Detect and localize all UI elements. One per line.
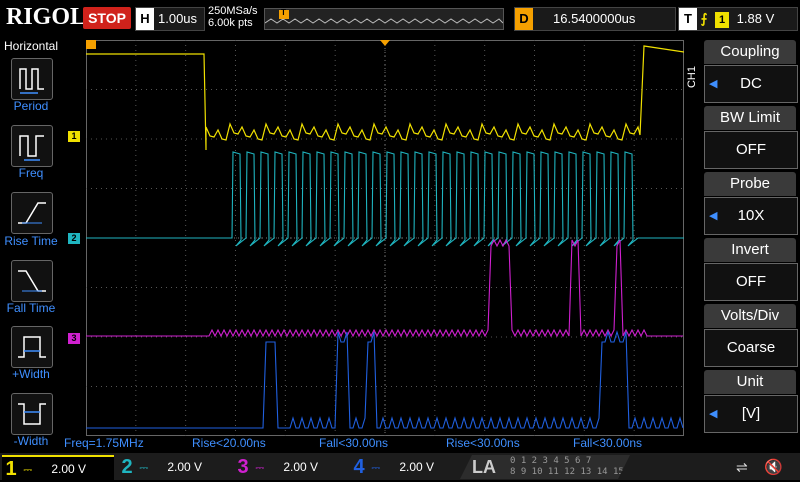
measurement-bar: Freq=1.75MHz Rise<20.00ns Fall<30.00ns R… (62, 436, 688, 452)
memory-overview-waveform (264, 10, 504, 24)
run-stop-indicator[interactable]: STOP (83, 7, 131, 29)
dc-coupling-icon: ⎓ (371, 462, 381, 474)
ch4-status[interactable]: 4 ⎓ 2.00 V (350, 455, 462, 479)
channel-tag: CH1 (686, 66, 698, 89)
rise-time-label[interactable]: Rise Time (1, 234, 61, 248)
la-status[interactable]: LA 0 1 2 3 4 5 6 7 8 9 10 11 12 13 14 15 (460, 455, 630, 479)
freq-label[interactable]: Freq (1, 166, 61, 180)
ch3-offset-marker[interactable]: 3 (68, 333, 80, 344)
trigger-position-marker: T (281, 8, 286, 17)
menu-value-0[interactable]: ◀ DC (704, 65, 798, 103)
sample-rate: 250MSa/s (208, 5, 258, 17)
menu-label-3: Invert (704, 238, 796, 262)
usb-icon: ⇌ (736, 459, 748, 475)
timebase-box[interactable]: H 1.00us (135, 7, 205, 31)
horizontal-label: H (136, 8, 154, 30)
menu-value-text: Coarse (726, 339, 776, 356)
menu-label-2: Probe (704, 172, 796, 196)
ch1-status[interactable]: 1 ⎓ 2.00 V (2, 455, 114, 481)
trigger-source: 1 (715, 12, 730, 28)
menu-value-text: DC (740, 75, 762, 92)
menu-value-4[interactable]: Coarse (704, 329, 798, 367)
trigger-level: 1.88 V (736, 11, 775, 26)
positive-width-icon[interactable] (11, 326, 53, 368)
dc-coupling-icon: ⎓ (255, 462, 265, 474)
trigger-label: T (679, 8, 697, 30)
ch2-offset-marker[interactable]: 2 (68, 233, 80, 244)
ch1-scale: 2.00 V (51, 462, 87, 476)
menu-value-3[interactable]: OFF (704, 263, 798, 301)
ch3-scale: 2.00 V (283, 460, 319, 474)
menu-value-1[interactable]: OFF (704, 131, 798, 169)
timebase-value: 1.00us (158, 11, 198, 26)
ch2-number: 2 (121, 456, 133, 478)
la-digits-bottom: 8 9 10 11 12 13 14 15 (510, 467, 624, 477)
menu-label-0: Coupling (704, 40, 796, 64)
ch3-number: 3 (237, 456, 249, 478)
la-digits-top: 0 1 2 3 4 5 6 7 (510, 456, 592, 466)
ch2-scale: 2.00 V (167, 460, 203, 474)
memory-overview-bar[interactable]: T (264, 8, 504, 30)
menu-label-5: Unit (704, 370, 796, 394)
sample-info: 250MSa/s 6.00k pts (208, 5, 258, 29)
left-arrow-icon: ◀ (709, 408, 718, 420)
menu-label-4: Volts/Div (704, 304, 796, 328)
menu-value-text: 10X (737, 207, 765, 224)
fall-measurement-2: Fall<30.00ns (573, 436, 643, 450)
rise-measurement-2: Rise<30.00ns (446, 436, 520, 450)
freq-measurement: Freq=1.75MHz (64, 436, 144, 450)
waveforms (86, 40, 684, 429)
fall-measurement-1: Fall<30.00ns (319, 436, 389, 450)
menu-value-text: OFF (736, 273, 766, 290)
la-label: LA (472, 457, 496, 477)
ch1-number: 1 (5, 458, 17, 480)
menu-value-text: [V] (741, 405, 761, 422)
delay-label: D (515, 8, 533, 30)
negative-width-label[interactable]: -Width (1, 434, 61, 448)
ch1-offset-marker[interactable]: 1 (68, 131, 80, 142)
ch2-status[interactable]: 2 ⎓ 2.00 V (118, 455, 230, 479)
period-measure-icon[interactable] (11, 58, 53, 100)
delay-value: 16.5400000us (553, 11, 636, 26)
ch4-scale: 2.00 V (399, 460, 435, 474)
period-label[interactable]: Period (1, 99, 61, 113)
waveform-display[interactable] (86, 40, 684, 436)
rise-measurement-1: Rise<20.00ns (192, 436, 266, 450)
menu-value-text: OFF (736, 141, 766, 158)
fall-time-label[interactable]: Fall Time (1, 301, 61, 315)
frequency-measure-icon[interactable] (11, 125, 53, 167)
ch4-number: 4 (353, 456, 365, 478)
left-arrow-icon: ◀ (709, 210, 718, 222)
positive-width-label[interactable]: +Width (1, 367, 61, 381)
left-menu-title: Horizontal (3, 39, 59, 53)
dc-coupling-icon: ⎓ (23, 464, 33, 476)
left-arrow-icon: ◀ (709, 78, 718, 90)
rigol-logo: RIGOL (6, 4, 87, 30)
menu-value-5[interactable]: ◀ [V] (704, 395, 798, 433)
memory-depth: 6.00k pts (208, 17, 253, 29)
speaker-muted-icon[interactable]: 🔇 (764, 458, 783, 476)
ch3-status[interactable]: 3 ⎓ 2.00 V (234, 455, 346, 479)
dc-coupling-icon: ⎓ (139, 462, 149, 474)
delay-box[interactable]: D 16.5400000us (514, 7, 676, 31)
menu-label-1: BW Limit (704, 106, 796, 130)
negative-width-icon[interactable] (11, 393, 53, 435)
fall-time-icon[interactable] (11, 260, 53, 302)
menu-value-2[interactable]: ◀ 10X (704, 197, 798, 235)
rising-edge-icon: ⨍ (700, 11, 708, 26)
rise-time-icon[interactable] (11, 192, 53, 234)
trigger-box[interactable]: T ⨍ 1 1.88 V (678, 7, 798, 31)
